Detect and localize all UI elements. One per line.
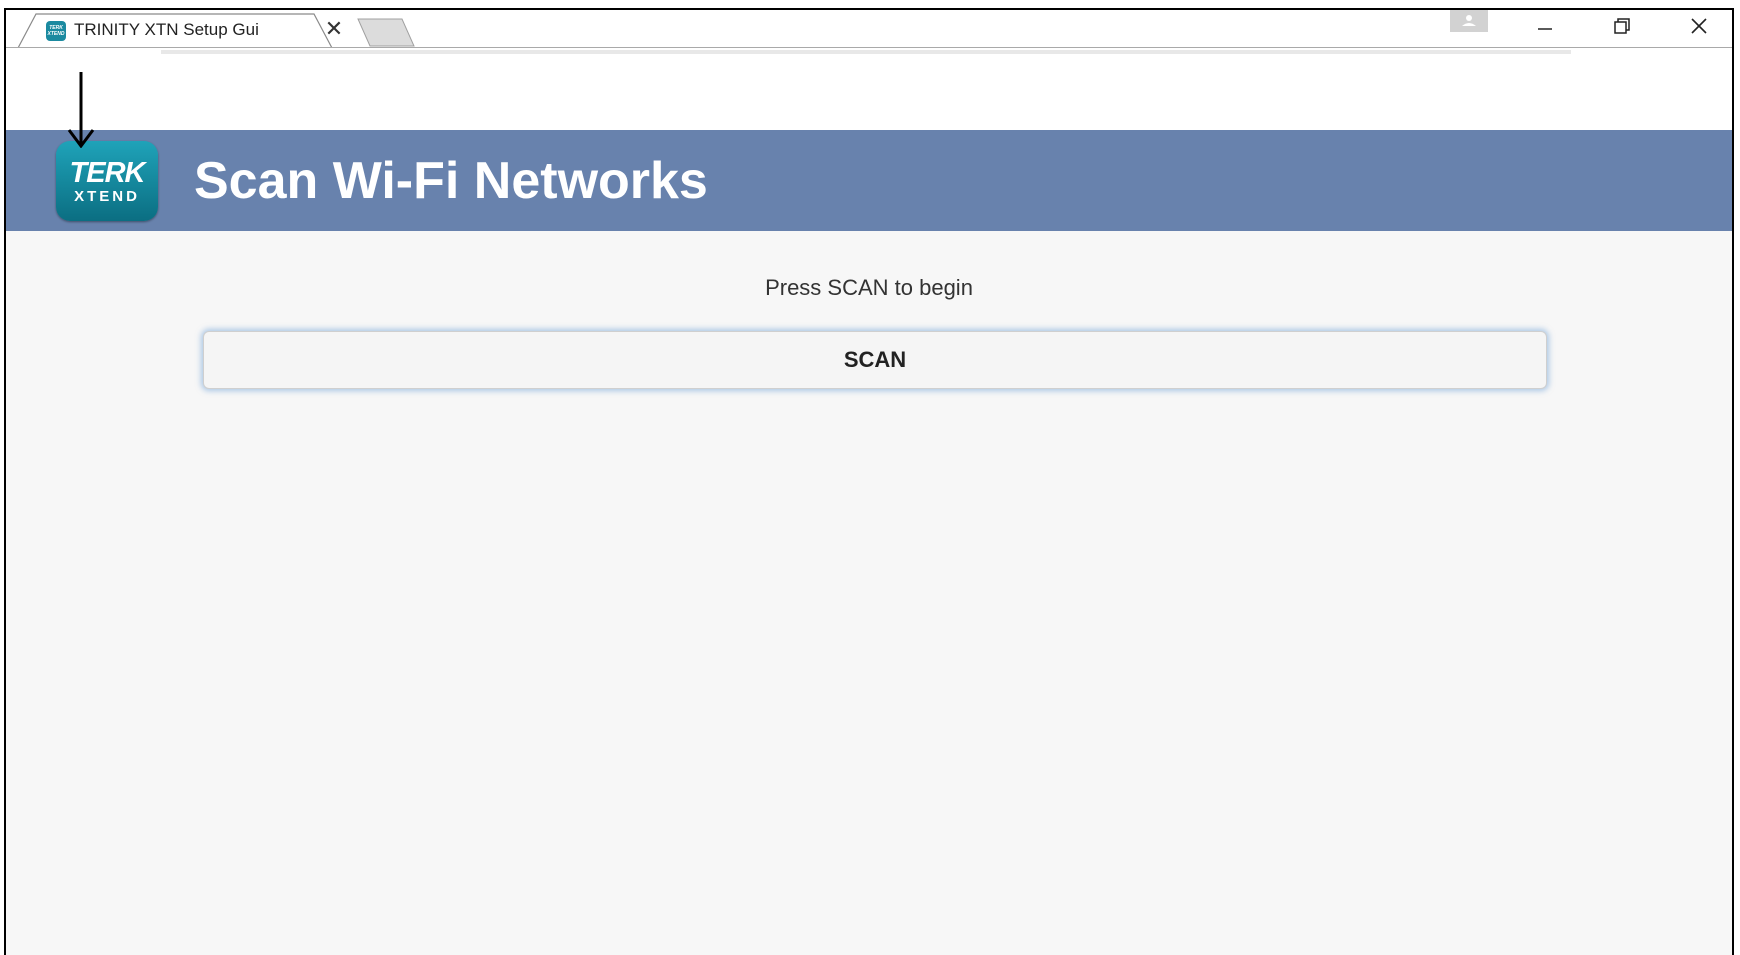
close-icon[interactable] <box>1674 10 1724 44</box>
browser-window: TERK XTEND TRINITY XTN Setup Gui ✕ TERK … <box>4 8 1734 955</box>
browser-tab[interactable]: TERK XTEND TRINITY XTN Setup Gui ✕ <box>16 12 356 48</box>
tab-bar: TERK XTEND TRINITY XTN Setup Gui ✕ <box>6 10 1732 48</box>
scan-prompt: Press SCAN to begin <box>765 275 973 300</box>
logo-line2: XTEND <box>74 188 140 205</box>
close-icon[interactable]: ✕ <box>322 16 346 42</box>
new-tab-button[interactable] <box>356 18 416 48</box>
tab-title: TRINITY XTN Setup Gui <box>74 20 259 39</box>
app-header: TERK XTEND Scan Wi-Fi Networks <box>6 130 1732 231</box>
profile-button[interactable] <box>1450 10 1488 32</box>
terk-xtend-favicon: TERK XTEND <box>46 21 66 41</box>
page-title: Scan Wi-Fi Networks <box>194 152 708 210</box>
restore-icon[interactable] <box>1597 10 1647 44</box>
down-arrow-icon <box>67 72 95 148</box>
minimize-icon[interactable] <box>1520 10 1570 44</box>
person-icon <box>1462 15 1476 26</box>
browser-toolbar-area <box>6 48 1732 120</box>
terk-xtend-logo: TERK XTEND <box>56 141 158 221</box>
logo-line1: TERK <box>69 157 146 189</box>
address-bar-strip <box>161 50 1571 54</box>
main-content: Press SCAN to begin SCAN <box>6 231 1732 955</box>
scan-button[interactable]: SCAN <box>203 331 1547 389</box>
